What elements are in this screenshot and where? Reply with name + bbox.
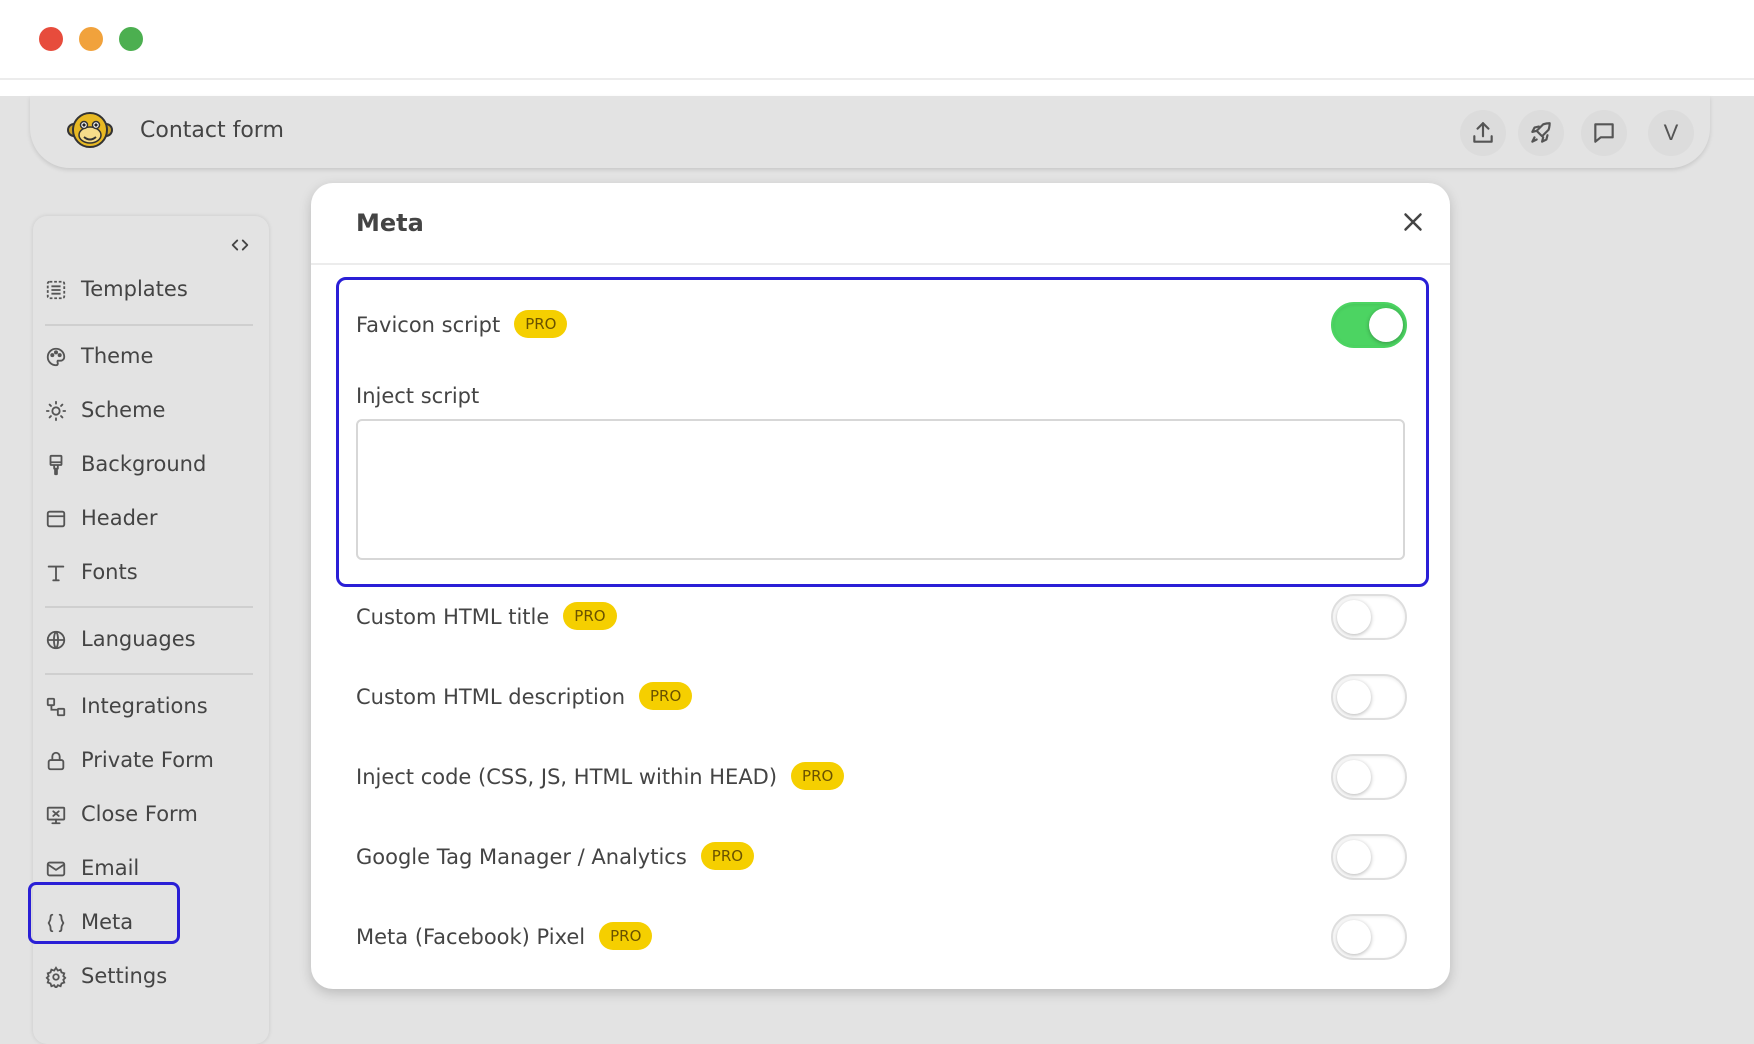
google-tag-manager-toggle[interactable] (1331, 834, 1407, 880)
integrations-icon (45, 696, 67, 718)
app-area: Contact form V Templates Theme Scheme Ba… (0, 96, 1754, 1044)
inject-script-label: Inject script (356, 384, 480, 408)
close-icon (1404, 213, 1422, 231)
monitor-x-icon (45, 804, 67, 826)
inject-code-toggle[interactable] (1331, 754, 1407, 800)
active-item-highlight (28, 882, 180, 944)
sidebar-item-scheme[interactable]: Scheme (33, 389, 269, 433)
google-tag-manager-row: Google Tag Manager / Analytics PRO (356, 832, 1407, 882)
pro-badge: PRO (599, 922, 653, 950)
chat-icon (1594, 123, 1614, 143)
custom-html-title-row: Custom HTML title PRO (356, 592, 1407, 642)
custom-html-title-toggle[interactable] (1331, 594, 1407, 640)
feedback-button[interactable] (1581, 110, 1627, 156)
maximize-window-button[interactable] (119, 27, 143, 51)
sidebar-item-background[interactable]: Background (33, 443, 269, 487)
pro-badge: PRO (514, 310, 568, 338)
facebook-pixel-toggle[interactable] (1331, 914, 1407, 960)
monkey-logo-icon (66, 106, 114, 154)
mail-icon (45, 858, 67, 880)
sidebar-item-languages[interactable]: Languages (33, 618, 269, 662)
publish-button[interactable] (1518, 110, 1564, 156)
google-tag-manager-label: Google Tag Manager / Analytics (356, 845, 687, 869)
toggle-knob (1337, 760, 1371, 794)
sidebar-item-theme[interactable]: Theme (33, 335, 269, 379)
list-icon (45, 279, 67, 301)
paint-brush-icon (45, 454, 67, 476)
form-title: Contact form (140, 118, 284, 143)
inject-script-textarea[interactable] (356, 419, 1405, 560)
custom-html-description-toggle[interactable] (1331, 674, 1407, 720)
sidebar-item-fonts[interactable]: Fonts (33, 551, 269, 595)
sidebar-item-private-form[interactable]: Private Form (33, 739, 269, 783)
sidebar-item-header[interactable]: Header (33, 497, 269, 541)
favicon-script-row: Favicon script PRO (356, 300, 1407, 350)
meta-modal: Meta Favicon script PRO Inject script Cus… (311, 183, 1450, 989)
toggle-knob (1337, 600, 1371, 634)
lock-icon (45, 750, 67, 772)
modal-header: Meta (311, 183, 1450, 265)
rocket-icon (1531, 122, 1551, 143)
pro-badge: PRO (791, 762, 845, 790)
custom-html-description-label: Custom HTML description (356, 685, 626, 709)
minimize-window-button[interactable] (79, 27, 103, 51)
pro-badge: PRO (700, 842, 755, 870)
globe-icon (45, 629, 67, 651)
sidebar: Templates Theme Scheme Background Header… (28, 216, 269, 1044)
palette-icon (45, 346, 67, 368)
custom-html-description-row: Custom HTML description PRO (356, 672, 1407, 722)
window-titlebar (0, 0, 1754, 80)
close-window-button[interactable] (39, 27, 63, 51)
modal-title: Meta (356, 209, 424, 237)
pro-badge: PRO (639, 682, 693, 710)
user-avatar-button[interactable]: V (1648, 110, 1694, 156)
favicon-script-toggle[interactable] (1331, 302, 1407, 348)
facebook-pixel-row: Meta (Facebook) Pixel PRO (356, 912, 1407, 962)
facebook-pixel-label: Meta (Facebook) Pixel (356, 925, 586, 949)
top-bar: Contact form V (30, 96, 1710, 168)
sun-icon (45, 400, 67, 422)
header-layout-icon (45, 508, 67, 530)
sidebar-divider (45, 606, 253, 608)
inject-code-label: Inject code (CSS, JS, HTML within HEAD) (356, 765, 778, 789)
sidebar-item-templates[interactable]: Templates (33, 268, 269, 312)
custom-html-title-label: Custom HTML title (356, 605, 550, 629)
export-button[interactable] (1460, 110, 1506, 156)
sidebar-item-settings[interactable]: Settings (33, 955, 269, 999)
collapse-sidebar-icon[interactable] (229, 234, 253, 258)
sidebar-item-close-form[interactable]: Close Form (33, 793, 269, 837)
toggle-knob (1337, 840, 1371, 874)
sidebar-divider (45, 324, 253, 326)
inject-code-row: Inject code (CSS, JS, HTML within HEAD) P… (356, 752, 1407, 802)
sidebar-divider (45, 673, 253, 675)
favicon-script-label: Favicon script (356, 313, 501, 337)
toggle-knob (1337, 920, 1371, 954)
gear-icon (45, 966, 67, 990)
toggle-knob (1369, 308, 1403, 342)
sidebar-item-integrations[interactable]: Integrations (33, 685, 269, 729)
upload-icon (1473, 122, 1493, 143)
font-icon (45, 562, 67, 584)
toggle-knob (1337, 680, 1371, 714)
close-modal-button[interactable] (1398, 207, 1428, 237)
pro-badge: PRO (563, 602, 617, 630)
